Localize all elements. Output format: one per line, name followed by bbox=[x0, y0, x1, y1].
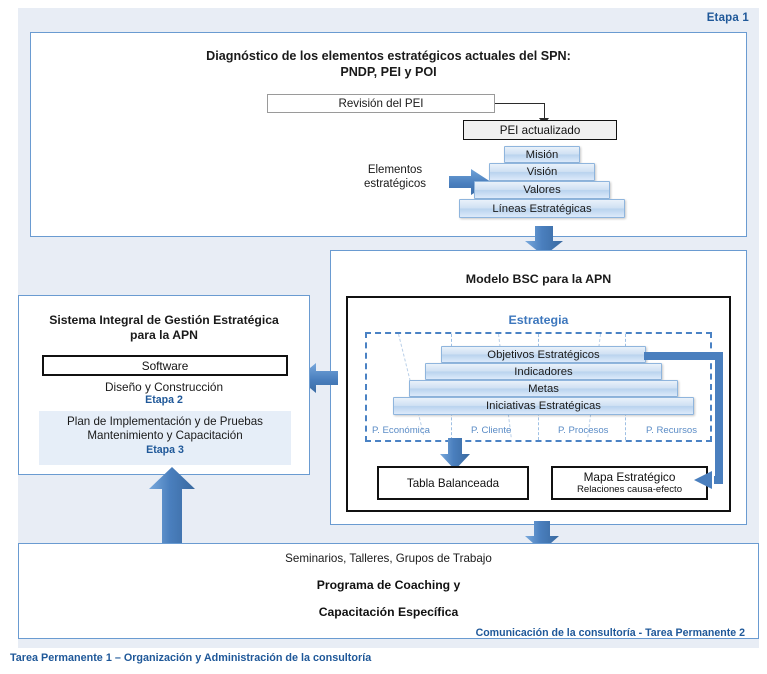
etapa3-badge: Etapa 3 bbox=[146, 444, 184, 456]
mapa-estrategico-subtitle: Relaciones causa-efecto bbox=[576, 484, 683, 495]
elementos-line1: Elementos bbox=[367, 164, 423, 176]
stage1-title: Diagnóstico de los elementos estratégico… bbox=[30, 48, 747, 80]
pyramid-step-lineas: Líneas Estratégicas bbox=[459, 199, 625, 218]
bsc-step-iniciativas: Iniciativas Estratégicas bbox=[393, 397, 694, 415]
stage1-title-line2: PNDP, PEI y POI bbox=[340, 65, 437, 79]
mapa-estrategico-box: Mapa Estratégico Relaciones causa-efecto bbox=[551, 466, 708, 500]
estrategia-label: Estrategia bbox=[508, 313, 569, 327]
sistema-title-line2: para la APN bbox=[130, 328, 198, 342]
comunicacion-badge: Comunicación de la consultoría - Tarea P… bbox=[475, 627, 745, 639]
capacitacion-especifica-label: Capacitación Específica bbox=[318, 605, 459, 619]
perspective-economica: P. Económica bbox=[372, 425, 430, 436]
plan-line2: Mantenimiento y Capacitación bbox=[87, 429, 243, 442]
revision-pei-box: Revisión del PEI bbox=[267, 94, 495, 113]
elementos-estrategicos-label: Elementos estratégicos bbox=[345, 163, 445, 191]
sistema-title-line1: Sistema Integral de Gestión Estratégica bbox=[49, 313, 279, 327]
etapa2-badge: Etapa 2 bbox=[145, 394, 183, 406]
plan-implementacion-label: Plan de Implementación y de Pruebas Mant… bbox=[39, 415, 291, 443]
feedback-arrow-head-icon bbox=[694, 471, 712, 489]
plan-line1: Plan de Implementación y de Pruebas bbox=[67, 415, 263, 428]
tabla-balanceada-box: Tabla Balanceada bbox=[377, 466, 529, 500]
pei-actualizado-box: PEI actualizado bbox=[463, 120, 617, 140]
perspective-recursos: P. Recursos bbox=[646, 425, 698, 436]
programa-coaching-label: Programa de Coaching y bbox=[316, 578, 461, 592]
sistema-integral-title: Sistema Integral de Gestión Estratégica … bbox=[18, 313, 310, 343]
tarea-permanente-1-footer: Tarea Permanente 1 – Organización y Admi… bbox=[10, 652, 372, 664]
bsc-step-indicadores: Indicadores bbox=[425, 363, 662, 380]
mapa-estrategico-title: Mapa Estratégico bbox=[583, 470, 676, 484]
bsc-title: Modelo BSC para la APN bbox=[465, 272, 612, 286]
elementos-line2: estratégicos bbox=[363, 178, 426, 190]
perspective-procesos: P. Procesos bbox=[558, 425, 609, 436]
software-box: Software bbox=[42, 355, 288, 376]
diseno-construccion-label: Diseño y Construcción bbox=[104, 380, 224, 394]
feedback-arrow-right-segment bbox=[715, 352, 723, 484]
pyramid-step-vision: Visión bbox=[489, 163, 595, 181]
connector-horizontal bbox=[495, 103, 545, 105]
seminarios-label: Seminarios, Talleres, Grupos de Trabajo bbox=[285, 552, 492, 565]
arrow-up-bottom-to-sistema-icon bbox=[149, 467, 195, 547]
bsc-step-objetivos: Objetivos Estratégicos bbox=[441, 346, 646, 363]
pyramid-step-valores: Valores bbox=[474, 181, 610, 199]
stage1-title-line1: Diagnóstico de los elementos estratégico… bbox=[206, 49, 571, 63]
feedback-arrow-top-segment bbox=[644, 352, 723, 360]
perspective-cliente: P. Cliente bbox=[471, 425, 512, 436]
feedback-arrow-bottom-segment bbox=[714, 476, 723, 484]
pyramid-step-mision: Misión bbox=[504, 146, 580, 163]
stage1-badge: Etapa 1 bbox=[706, 12, 749, 24]
bsc-step-metas: Metas bbox=[409, 380, 678, 397]
